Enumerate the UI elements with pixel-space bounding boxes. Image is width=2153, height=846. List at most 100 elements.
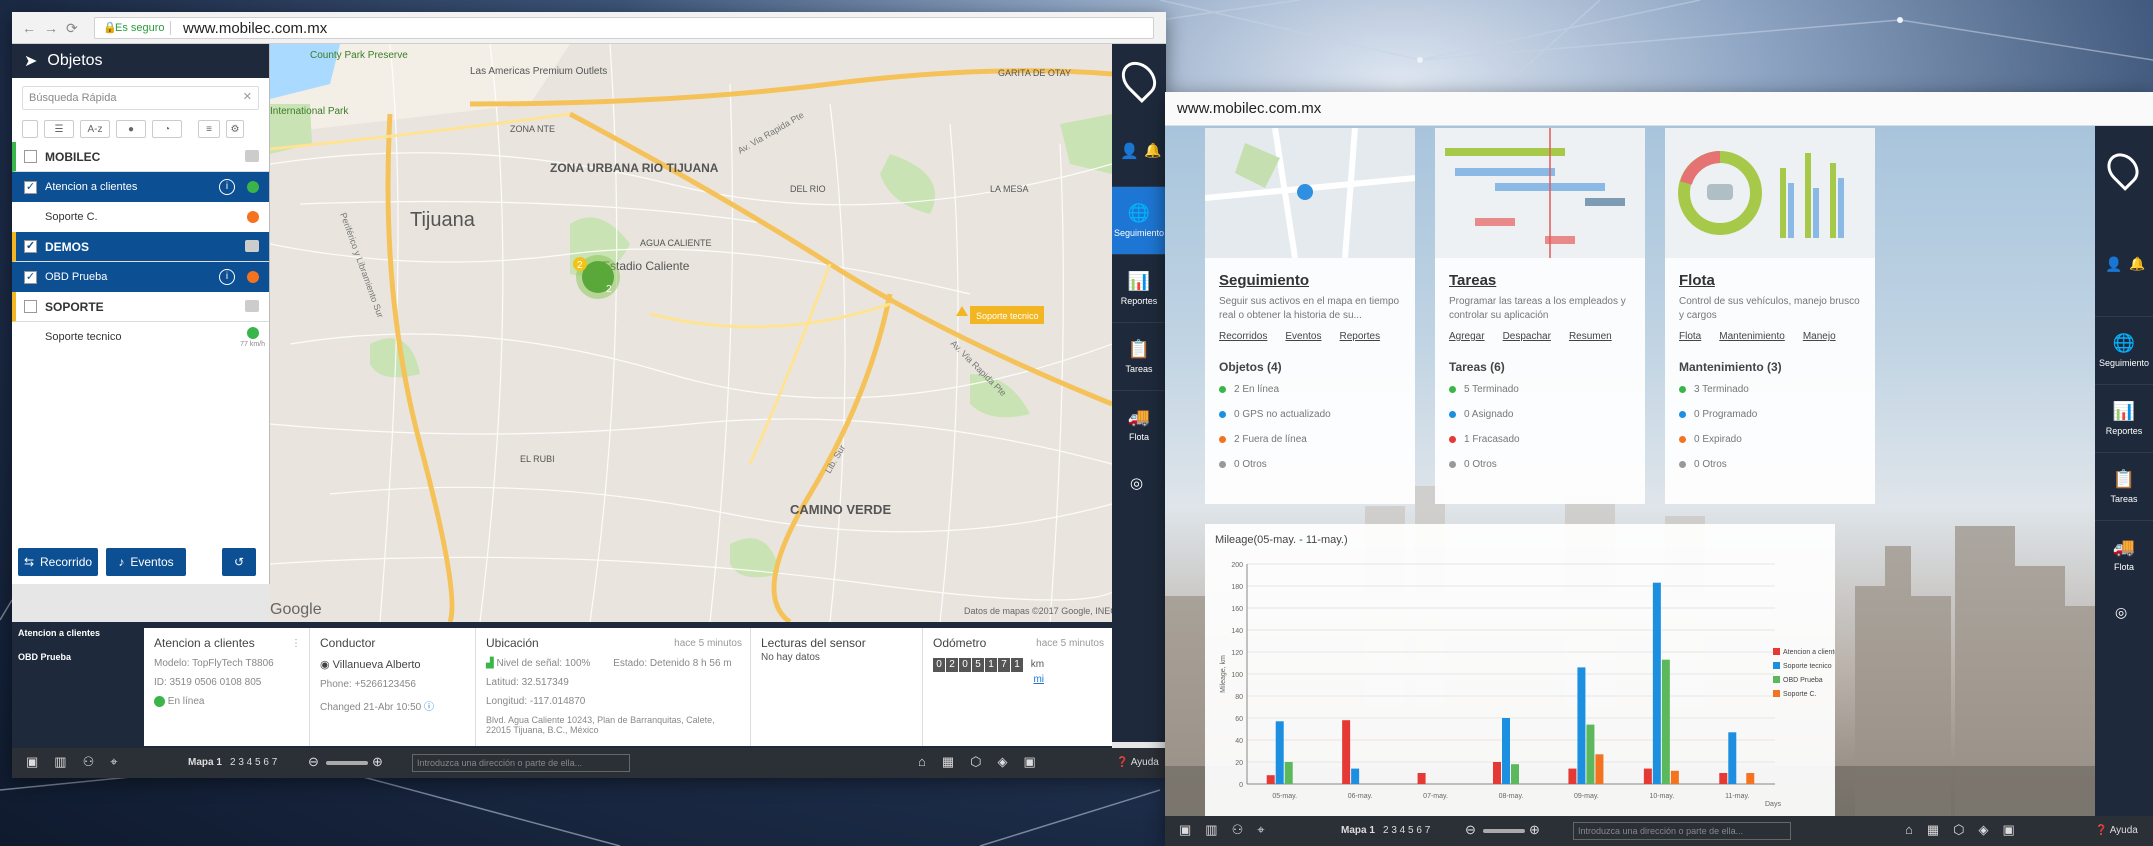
link-resumen[interactable]: Resumen xyxy=(1569,331,1612,342)
settings-sliders-icon[interactable]: ≡ xyxy=(198,120,220,138)
compass-icon[interactable]: ◎ xyxy=(2115,604,2127,621)
map-view[interactable]: Tijuana ZONA URBANA RIO TIJUANA CAMINO V… xyxy=(270,44,1112,622)
notification-bell-icon[interactable]: 🔔 xyxy=(1144,142,1161,159)
map-tab-pages[interactable]: 2 3 4 5 6 7 xyxy=(1383,825,1430,836)
group-chat-icon[interactable] xyxy=(245,150,259,162)
help-link[interactable]: ❓ Ayuda xyxy=(1116,757,1159,768)
address-search-input[interactable]: Introduzca una dirección o parte de ella… xyxy=(412,754,630,772)
nav-item[interactable]: 📊 Reportes xyxy=(1112,254,1166,322)
status-filter-icon[interactable]: ● xyxy=(116,120,146,138)
nav-item[interactable]: 📋 Tareas xyxy=(2095,452,2153,520)
group-header[interactable]: ✓ DEMOS xyxy=(12,232,269,262)
nav-item[interactable]: 🚚 Flota xyxy=(1112,390,1166,458)
bar[interactable] xyxy=(1577,667,1586,784)
bar[interactable] xyxy=(1493,762,1501,784)
zoom-out-icon[interactable]: ⊖ xyxy=(308,754,319,770)
object-row[interactable]: Soporte C. xyxy=(12,202,269,232)
help-link[interactable]: ❓ Ayuda xyxy=(2095,825,2138,836)
group-header[interactable]: SOPORTE xyxy=(12,292,269,322)
user-icon[interactable]: 👤 xyxy=(2105,256,2122,273)
list-view-icon[interactable]: ☰ xyxy=(44,120,74,138)
map-tab-1[interactable]: Mapa 1 xyxy=(188,757,222,768)
bar[interactable] xyxy=(1586,724,1595,784)
panel-title[interactable]: Flota xyxy=(1679,272,1861,289)
address-search-input[interactable]: Introduzca una dirección o parte de ella… xyxy=(1573,822,1791,840)
group-chat-icon[interactable] xyxy=(245,300,259,312)
info-icon[interactable]: i xyxy=(219,179,235,195)
nav-item[interactable]: 📊 Reportes xyxy=(2095,384,2153,452)
bar[interactable] xyxy=(1351,768,1360,784)
bar[interactable] xyxy=(1284,762,1293,784)
user-icon[interactable]: 👤 xyxy=(1120,142,1139,160)
vehicle-tab[interactable]: OBD Prueba xyxy=(18,652,136,676)
recorrido-button[interactable]: ⇆ Recorrido xyxy=(18,548,98,576)
bar[interactable] xyxy=(1719,773,1728,784)
panel-title[interactable]: Tareas xyxy=(1449,272,1631,289)
map-tab-pages[interactable]: 2 3 4 5 6 7 xyxy=(230,757,277,768)
vehicle-tab[interactable]: Atencion a clientes xyxy=(18,628,136,652)
layer-tool-icons[interactable]: ⌂▦⬡◈▣ xyxy=(918,754,1052,770)
browser-nav-icons[interactable]: ←→⟳ xyxy=(22,20,86,37)
zoom-in-icon[interactable]: ⊕ xyxy=(1529,822,1540,838)
more-menu-icon[interactable]: ⋮ xyxy=(291,638,301,649)
group-checkbox[interactable] xyxy=(24,150,37,163)
bar[interactable] xyxy=(1502,718,1510,784)
speed-filter-icon[interactable]: ◔ xyxy=(152,120,182,138)
bar[interactable] xyxy=(1275,721,1284,784)
search-input[interactable]: Búsqueda Rápida ✕ xyxy=(22,86,259,110)
odometer-unit-km[interactable]: km xyxy=(1031,659,1044,670)
map-tool-icons[interactable]: ▣▥⚇⌖ xyxy=(1179,822,1279,838)
zoom-slider[interactable] xyxy=(1483,829,1525,833)
object-row[interactable]: Soporte tecnico 77 km/h xyxy=(12,322,269,352)
address-bar[interactable]: 🔒 Es seguro www.mobilec.com.mx xyxy=(94,17,1154,39)
link-agregar[interactable]: Agregar xyxy=(1449,331,1485,342)
zoom-in-icon[interactable]: ⊕ xyxy=(372,754,383,770)
eventos-button[interactable]: ♪ Eventos xyxy=(106,548,186,576)
bar[interactable] xyxy=(1266,775,1275,784)
link-reportes[interactable]: Reportes xyxy=(1340,331,1381,342)
link-eventos[interactable]: Eventos xyxy=(1285,331,1321,342)
nav-item[interactable]: 🌐 Seguimiento xyxy=(2095,316,2153,384)
clear-icon[interactable]: ✕ xyxy=(243,90,252,103)
object-row[interactable]: ✓ OBD Prueba i xyxy=(12,262,269,292)
bar[interactable] xyxy=(1342,720,1351,784)
link-mantenimiento[interactable]: Mantenimiento xyxy=(1719,331,1785,342)
link-manejo[interactable]: Manejo xyxy=(1803,331,1836,342)
select-all-checkbox[interactable] xyxy=(22,120,38,138)
history-button[interactable]: ↺ xyxy=(222,548,256,576)
group-checkbox[interactable] xyxy=(24,300,37,313)
odometer-unit-mi[interactable]: mi xyxy=(933,674,1102,685)
nav-item[interactable]: 🌐 Seguimiento xyxy=(1112,186,1166,254)
bar[interactable] xyxy=(1746,773,1755,784)
map-tab-1[interactable]: Mapa 1 xyxy=(1341,825,1375,836)
bar[interactable] xyxy=(1661,659,1670,784)
group-header[interactable]: MOBILEC xyxy=(12,142,269,172)
link-despachar[interactable]: Despachar xyxy=(1503,331,1551,342)
zoom-out-icon[interactable]: ⊖ xyxy=(1465,822,1476,838)
compass-icon[interactable]: ◎ xyxy=(1130,474,1143,492)
object-row[interactable]: ✓ Atencion a clientes i xyxy=(12,172,269,202)
group-chat-icon[interactable] xyxy=(245,240,259,252)
info-icon[interactable]: ⓘ xyxy=(424,702,434,713)
bar[interactable] xyxy=(1568,768,1577,784)
info-icon[interactable]: i xyxy=(219,269,235,285)
bar[interactable] xyxy=(1728,732,1737,784)
bar[interactable] xyxy=(1511,764,1519,784)
layer-tool-icons[interactable]: ⌂▦⬡◈▣ xyxy=(1905,822,2029,838)
bar[interactable] xyxy=(1652,582,1661,784)
bar[interactable] xyxy=(1670,770,1679,784)
panel-title[interactable]: Seguimiento xyxy=(1219,272,1401,289)
link-recorridos[interactable]: Recorridos xyxy=(1219,331,1267,342)
object-checkbox[interactable]: ✓ xyxy=(24,180,37,194)
bar[interactable] xyxy=(1417,773,1426,784)
link-flota[interactable]: Flota xyxy=(1679,331,1701,342)
sort-button[interactable]: A-z xyxy=(80,120,110,138)
bar[interactable] xyxy=(1595,754,1604,784)
notification-bell-icon[interactable]: 🔔 xyxy=(2129,256,2145,272)
nav-item[interactable]: 📋 Tareas xyxy=(1112,322,1166,390)
bar[interactable] xyxy=(1643,768,1652,784)
map-tool-icons[interactable]: ▣▥⚇⌖ xyxy=(26,754,134,770)
group-checkbox[interactable]: ✓ xyxy=(24,240,37,253)
object-checkbox[interactable]: ✓ xyxy=(24,270,37,284)
zoom-slider[interactable] xyxy=(326,761,368,765)
